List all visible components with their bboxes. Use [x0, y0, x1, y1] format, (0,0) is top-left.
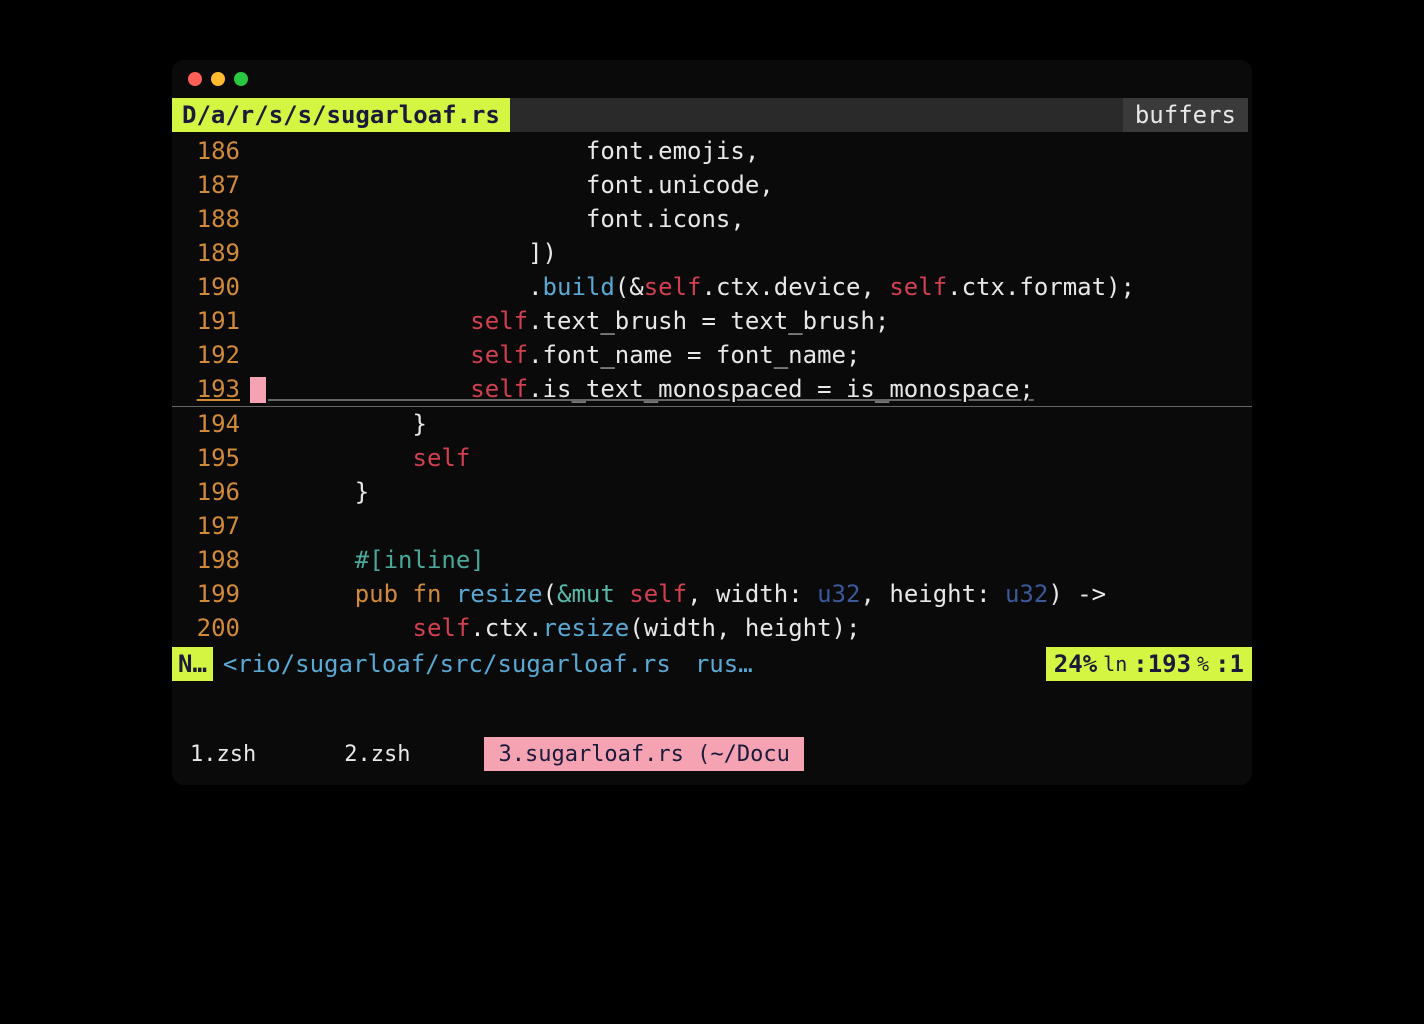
status-ln-label: ln — [1103, 652, 1127, 676]
status-lang: rus… — [695, 650, 753, 678]
line-number: 188 — [172, 202, 250, 236]
code-content[interactable]: pub fn resize(&mut self, width: u32, hei… — [268, 577, 1252, 611]
code-content[interactable]: ]) — [268, 236, 1252, 270]
line-number: 192 — [172, 338, 250, 372]
line-number: 200 — [172, 611, 250, 645]
code-editor[interactable]: 186 font.emojis,187 font.unicode,188 fon… — [172, 132, 1252, 647]
bottom-pad — [172, 771, 1252, 785]
status-path-text: <rio/sugarloaf/src/sugarloaf.rs — [223, 650, 671, 678]
code-content[interactable]: font.emojis, — [268, 134, 1252, 168]
code-line[interactable]: 194 } — [172, 407, 1252, 441]
cursor-column — [250, 611, 268, 645]
code-content[interactable]: font.unicode, — [268, 168, 1252, 202]
status-percent: 24% — [1054, 650, 1097, 678]
line-number: 187 — [172, 168, 250, 202]
file-path-tab[interactable]: D/a/r/s/s/sugarloaf.rs — [172, 98, 510, 132]
line-number: 195 — [172, 441, 250, 475]
cursor-column — [250, 270, 268, 304]
line-number: 199 — [172, 577, 250, 611]
code-content[interactable]: } — [268, 475, 1252, 509]
code-line[interactable]: 187 font.unicode, — [172, 168, 1252, 202]
terminal-tab[interactable]: 1.zsh — [176, 737, 270, 771]
status-col-value: :1 — [1215, 650, 1244, 678]
cursor-column — [250, 441, 268, 475]
code-content[interactable] — [268, 509, 1252, 543]
code-line[interactable]: 188 font.icons, — [172, 202, 1252, 236]
line-number: 186 — [172, 134, 250, 168]
code-content[interactable]: .build(&self.ctx.device, self.ctx.format… — [268, 270, 1252, 304]
terminal-tab[interactable]: 3.sugarloaf.rs (~/Docu — [484, 737, 803, 771]
code-content[interactable]: self.is_text_monospaced = is_monospace; — [268, 372, 1252, 406]
code-content[interactable]: self — [268, 441, 1252, 475]
titlebar — [172, 60, 1252, 98]
cursor-column — [250, 236, 268, 270]
cursor-column — [250, 202, 268, 236]
line-number: 191 — [172, 304, 250, 338]
status-bar: N… <rio/sugarloaf/src/sugarloaf.rs rus… … — [172, 647, 1252, 681]
status-col-label: % — [1197, 652, 1209, 676]
code-line[interactable]: 190 .build(&self.ctx.device, self.ctx.fo… — [172, 270, 1252, 304]
code-line[interactable]: 186 font.emojis, — [172, 134, 1252, 168]
close-icon[interactable] — [188, 72, 202, 86]
terminal-tab[interactable]: 2.zsh — [330, 737, 424, 771]
cursor-column — [250, 577, 268, 611]
line-number: 189 — [172, 236, 250, 270]
cursor-column — [250, 475, 268, 509]
code-line[interactable]: 196 } — [172, 475, 1252, 509]
cursor-column — [250, 543, 268, 577]
line-number: 190 — [172, 270, 250, 304]
line-number: 198 — [172, 543, 250, 577]
code-line[interactable]: 192 self.font_name = font_name; — [172, 338, 1252, 372]
line-number: 193 — [172, 372, 250, 406]
code-line[interactable]: 198 #[inline] — [172, 543, 1252, 577]
code-line[interactable]: 199 pub fn resize(&mut self, width: u32,… — [172, 577, 1252, 611]
code-content[interactable]: #[inline] — [268, 543, 1252, 577]
spacer — [172, 681, 1252, 737]
code-content[interactable]: self.font_name = font_name; — [268, 338, 1252, 372]
code-line[interactable]: 195 self — [172, 441, 1252, 475]
line-number: 197 — [172, 509, 250, 543]
code-line[interactable]: 193 self.is_text_monospaced = is_monospa… — [172, 372, 1252, 407]
cursor-position: 24% ln :193 % :1 — [1046, 647, 1252, 681]
code-line[interactable]: 191 self.text_brush = text_brush; — [172, 304, 1252, 338]
code-content[interactable]: self.text_brush = text_brush; — [268, 304, 1252, 338]
buffers-button[interactable]: buffers — [1123, 98, 1248, 132]
line-number: 194 — [172, 407, 250, 441]
minimize-icon[interactable] — [211, 72, 225, 86]
editor-mode-indicator: N… — [172, 647, 213, 681]
cursor-column — [250, 304, 268, 338]
code-line[interactable]: 197 — [172, 509, 1252, 543]
header-spacer — [510, 98, 1123, 132]
terminal-window: D/a/r/s/s/sugarloaf.rs buffers 186 font.… — [172, 60, 1252, 785]
code-content[interactable]: } — [268, 407, 1252, 441]
terminal-tab-bar: 1.zsh 2.zsh 3.sugarloaf.rs (~/Docu — [172, 737, 1252, 771]
cursor-column — [250, 134, 268, 168]
code-line[interactable]: 189 ]) — [172, 236, 1252, 270]
code-content[interactable]: self.ctx.resize(width, height); — [268, 611, 1252, 645]
editor-header: D/a/r/s/s/sugarloaf.rs buffers — [172, 98, 1252, 132]
cursor-column — [250, 168, 268, 202]
cursor-column — [250, 407, 268, 441]
code-content[interactable]: font.icons, — [268, 202, 1252, 236]
cursor-column — [250, 338, 268, 372]
line-number: 196 — [172, 475, 250, 509]
cursor-column — [250, 372, 268, 406]
code-line[interactable]: 200 self.ctx.resize(width, height); — [172, 611, 1252, 645]
status-file-path: <rio/sugarloaf/src/sugarloaf.rs rus… — [213, 647, 1046, 681]
status-ln-value: :193 — [1133, 650, 1191, 678]
cursor-column — [250, 509, 268, 543]
cursor-icon — [250, 377, 266, 403]
maximize-icon[interactable] — [234, 72, 248, 86]
